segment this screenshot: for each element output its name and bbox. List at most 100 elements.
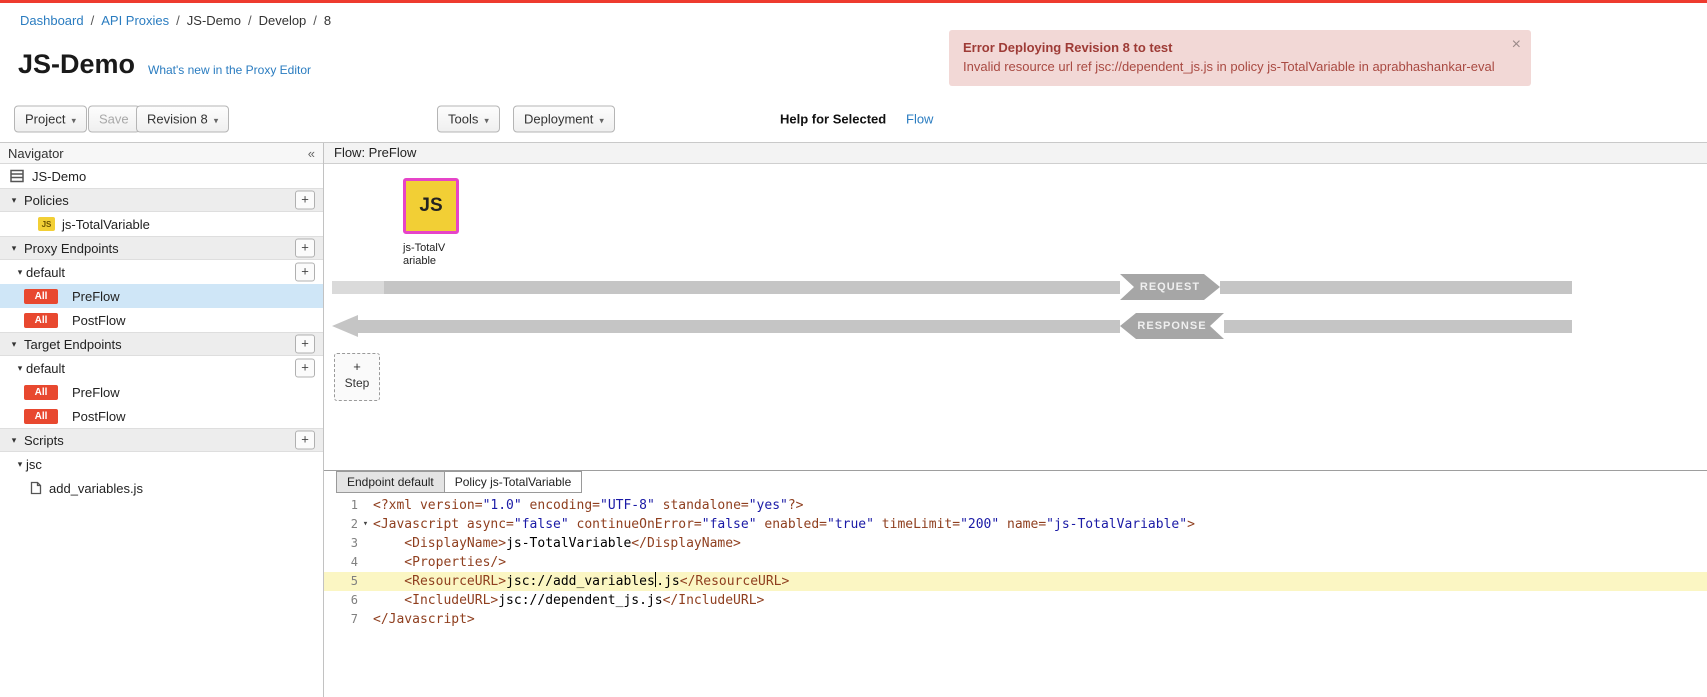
breadcrumb-js-demo: JS-Demo (187, 13, 241, 28)
policy-node-label-line2: ariable (403, 255, 445, 268)
chevron-down-icon: ▾ (484, 115, 489, 125)
code-line[interactable]: 3 <DisplayName>js-TotalVariable</Display… (324, 534, 1707, 553)
all-badge: All (24, 289, 58, 304)
code-token: "true" (827, 517, 874, 532)
whats-new-link[interactable]: What's new in the Proxy Editor (148, 63, 311, 77)
flow-header: Flow: PreFlow (324, 143, 1707, 164)
line-number: 5 (324, 572, 358, 591)
nav-item-target-preflow[interactable]: All PreFlow (0, 380, 323, 404)
save-button-label: Save (99, 111, 129, 126)
chevron-down-icon[interactable]: ▾ (8, 339, 20, 350)
chevron-down-icon[interactable]: ▾ (8, 435, 20, 446)
code-area[interactable]: 1<?xml version="1.0" encoding="UTF-8" st… (324, 493, 1707, 697)
breadcrumb-api-proxies[interactable]: API Proxies (101, 13, 169, 28)
code-line[interactable]: 4 <Properties/> (324, 553, 1707, 572)
code-token: "UTF-8" (600, 498, 655, 513)
code-text: <Properties/> (373, 553, 506, 572)
chevron-down-icon[interactable]: ▾ (8, 243, 20, 254)
collapse-panel-icon[interactable]: « (308, 146, 315, 161)
nav-item-proxy-preflow[interactable]: All PreFlow (0, 284, 323, 308)
tab-policy-js-totalvariable[interactable]: Policy js-TotalVariable (444, 471, 583, 493)
all-badge: All (24, 385, 58, 400)
nav-group-jsc[interactable]: ▾ jsc (0, 452, 323, 476)
fold-spacer (358, 610, 373, 629)
fold-spacer (358, 553, 373, 572)
chevron-down-icon[interactable]: ▾ (14, 459, 26, 470)
add-step-button[interactable]: + Step (334, 353, 380, 401)
code-token: "false" (514, 517, 569, 532)
code-line[interactable]: 5 <ResourceURL>jsc://add_variables.js</R… (324, 572, 1707, 591)
project-button[interactable]: Project▾ (14, 105, 87, 132)
flow-help-link[interactable]: Flow (906, 111, 933, 126)
chevron-down-icon[interactable]: ▾ (14, 267, 26, 278)
breadcrumb-develop: Develop (259, 13, 307, 28)
nav-section-target-endpoints[interactable]: ▾ Target Endpoints + (0, 332, 323, 356)
code-token: <Javascript async= (373, 517, 514, 532)
deployment-button[interactable]: Deployment▾ (513, 105, 615, 132)
code-token: <ResourceURL> (373, 574, 506, 589)
tools-button[interactable]: Tools▾ (437, 105, 500, 132)
request-arrow-label: REQUEST (1120, 274, 1220, 300)
breadcrumb-separator: / (91, 13, 95, 28)
nav-group-label: default (26, 361, 65, 376)
nav-group-target-default[interactable]: ▾ default + (0, 356, 323, 380)
nav-item-label: js-TotalVariable (62, 217, 150, 232)
js-policy-icon: JS (38, 217, 55, 231)
chevron-down-icon[interactable]: ▾ (14, 363, 26, 374)
page-title: JS-Demo (18, 49, 135, 80)
code-token: name= (999, 517, 1046, 532)
request-flow-bar (1220, 281, 1572, 294)
flow-editor-pane: Flow: PreFlow JS js-TotalV ariable REQUE… (324, 143, 1707, 697)
add-proxy-endpoint-button[interactable]: + (295, 239, 315, 258)
nav-group-label: jsc (26, 457, 42, 472)
revision-button[interactable]: Revision 8▾ (136, 105, 229, 132)
save-button[interactable]: Save (88, 105, 140, 132)
nav-section-proxy-endpoints[interactable]: ▾ Proxy Endpoints + (0, 236, 323, 260)
nav-item-js-totalvariable[interactable]: JS js-TotalVariable (0, 212, 323, 236)
close-icon[interactable]: × (1512, 36, 1521, 54)
code-token: <IncludeURL> (373, 593, 498, 608)
code-token: </IncludeURL> (663, 593, 765, 608)
line-number: 3 (324, 534, 358, 553)
code-token: "200" (960, 517, 999, 532)
nav-item-target-postflow[interactable]: All PostFlow (0, 404, 323, 428)
nav-section-scripts[interactable]: ▾ Scripts + (0, 428, 323, 452)
help-for-selected-label: Help for Selected (780, 111, 886, 126)
nav-item-js-demo[interactable]: JS-Demo (0, 164, 323, 188)
tab-endpoint-default[interactable]: Endpoint default (336, 471, 445, 493)
code-text: <IncludeURL>jsc://dependent_js.js</Inclu… (373, 591, 764, 610)
code-text: </Javascript> (373, 610, 475, 629)
add-target-endpoint-button[interactable]: + (295, 335, 315, 354)
fold-spacer (358, 572, 373, 591)
content-area: Navigator « JS-Demo ▾ Policies + JS js-T… (0, 143, 1707, 697)
add-policy-button[interactable]: + (295, 191, 315, 210)
nav-item-proxy-postflow[interactable]: All PostFlow (0, 308, 323, 332)
code-token: jsc://add_variables (506, 574, 655, 589)
fold-spacer (358, 534, 373, 553)
chevron-down-icon[interactable]: ▾ (8, 195, 20, 206)
breadcrumb-dashboard[interactable]: Dashboard (20, 13, 84, 28)
code-line[interactable]: 7 </Javascript> (324, 610, 1707, 629)
nav-item-label: PreFlow (72, 289, 120, 304)
request-flow-bar (384, 281, 1120, 294)
all-badge: All (24, 313, 58, 328)
policy-node-label: js-TotalV ariable (403, 242, 445, 268)
add-flow-button[interactable]: + (295, 359, 315, 378)
code-line[interactable]: 6 <IncludeURL>jsc://dependent_js.js</Inc… (324, 591, 1707, 610)
response-flow-bar (358, 320, 1120, 333)
nav-section-policies[interactable]: ▾ Policies + (0, 188, 323, 212)
fold-arrow-icon[interactable]: ▾ (358, 515, 373, 534)
revision-button-label: Revision 8 (147, 111, 208, 126)
add-script-button[interactable]: + (295, 431, 315, 450)
navigator-title: Navigator (8, 146, 64, 161)
code-line[interactable]: 2▾<Javascript async="false" continueOnEr… (324, 515, 1707, 534)
nav-item-add-variables-js[interactable]: add_variables.js (0, 476, 323, 500)
code-line[interactable]: 1<?xml version="1.0" encoding="UTF-8" st… (324, 496, 1707, 515)
policy-node-js-totalvariable[interactable]: JS (403, 178, 459, 234)
nav-group-proxy-default[interactable]: ▾ default + (0, 260, 323, 284)
code-token: enabled= (757, 517, 827, 532)
add-flow-button[interactable]: + (295, 263, 315, 282)
code-token: ?> (788, 498, 804, 513)
line-number: 7 (324, 610, 358, 629)
editor-tabs: Endpoint default Policy js-TotalVariable (324, 471, 1707, 493)
